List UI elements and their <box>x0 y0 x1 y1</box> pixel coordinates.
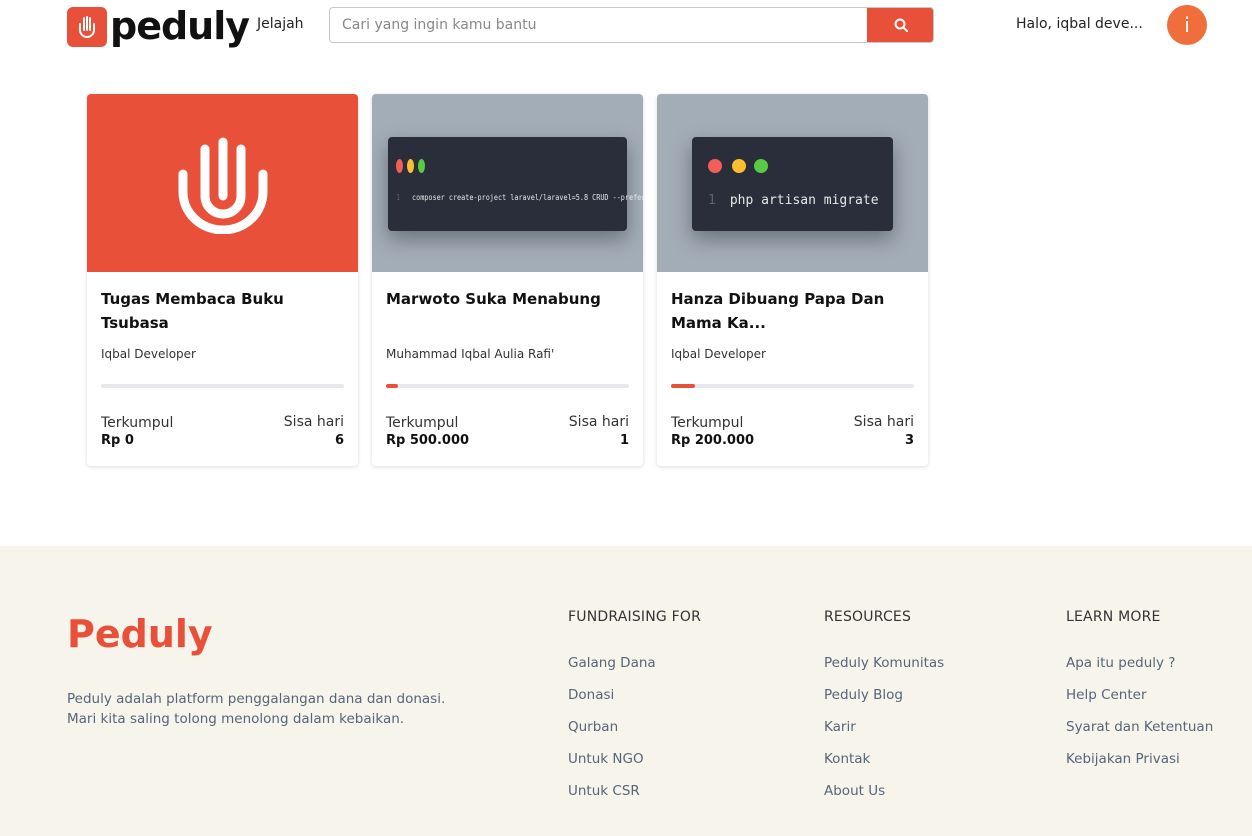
code-text: php artisan migrate <box>729 193 879 208</box>
window-close-dot <box>708 159 722 173</box>
window-minimize-dot <box>407 159 414 173</box>
footer-link[interactable]: Karir <box>824 711 944 743</box>
hand-logo-icon <box>79 16 95 38</box>
campaign-organizer: Iqbal Developer <box>101 347 196 361</box>
line-number: 1 <box>708 193 716 208</box>
collected-label: Terkumpul <box>386 415 459 431</box>
code-window: 1 composer create-project laravel/laravel… <box>388 137 643 231</box>
footer-link[interactable]: Peduly Komunitas <box>824 647 944 679</box>
window-maximize-dot <box>418 159 425 173</box>
days-left-value: 1 <box>619 433 629 448</box>
code-line: 1 php artisan migrate <box>708 193 879 208</box>
peduly-logo-icon[interactable] <box>67 7 107 47</box>
footer-link[interactable]: Kontak <box>824 743 944 775</box>
footer-description: Peduly adalah platform penggalangan dana… <box>67 689 507 729</box>
campaign-organizer: Iqbal Developer <box>671 347 766 361</box>
footer-link[interactable]: Peduly Blog <box>824 679 944 711</box>
footer-column-heading: RESOURCES <box>824 609 912 625</box>
footer-column-fundraising: FUNDRAISING FOR Galang Dana Donasi Qurba… <box>568 609 701 807</box>
footer-brand: Peduly <box>67 612 213 656</box>
window-minimize-dot <box>732 159 746 173</box>
campaign-title[interactable]: Hanza Dibuang Papa Dan Mama Ka... <box>671 287 916 335</box>
user-greeting[interactable]: Halo, iqbal deve... <box>1016 16 1143 32</box>
hand-logo-icon <box>178 137 268 234</box>
collected-value: Rp 200.000 <box>671 433 755 448</box>
window-close-dot <box>396 159 403 173</box>
campaign-card[interactable]: 1 php artisan migrate Hanza Dibuang Papa … <box>657 94 928 466</box>
campaign-title[interactable]: Marwoto Suka Menabung <box>386 287 631 311</box>
footer-link[interactable]: About Us <box>824 775 944 807</box>
days-left-value: 6 <box>334 433 344 448</box>
collected-label: Terkumpul <box>671 415 744 431</box>
days-left-value: 3 <box>904 433 914 448</box>
code-line: 1 composer create-project laravel/laravel… <box>396 193 643 202</box>
campaign-organizer: Muhammad Iqbal Aulia Rafi' <box>386 347 555 361</box>
progress-fill <box>671 384 696 388</box>
top-navbar: peduly Jelajah Halo, iqbal deve... i <box>0 0 1252 52</box>
line-number: 1 <box>396 193 401 202</box>
code-text: composer create-project laravel/laravel=… <box>412 193 643 202</box>
days-left-label: Sisa hari <box>853 414 914 430</box>
progress-bar <box>101 384 344 388</box>
footer-column-learn-more: LEARN MORE Apa itu peduly ? Help Center … <box>1066 609 1213 775</box>
campaign-title[interactable]: Tugas Membaca Buku Tsubasa <box>101 287 346 335</box>
avatar[interactable]: i <box>1167 5 1207 45</box>
footer-link[interactable]: Syarat dan Ketentuan <box>1066 711 1213 743</box>
search-bar <box>329 7 934 43</box>
code-window: 1 php artisan migrate <box>692 137 893 231</box>
search-icon <box>894 18 908 32</box>
footer-description-line: Mari kita saling tolong menolong dalam k… <box>67 711 405 727</box>
site-footer: Peduly Peduly adalah platform penggalang… <box>0 546 1252 836</box>
collected-value: Rp 0 <box>101 433 134 448</box>
search-input[interactable] <box>330 8 867 42</box>
footer-link[interactable]: Apa itu peduly ? <box>1066 647 1213 679</box>
progress-bar <box>386 384 629 388</box>
logo-wordmark[interactable]: peduly <box>110 2 250 50</box>
campaign-card[interactable]: 1 composer create-project laravel/laravel… <box>372 94 643 466</box>
footer-link[interactable]: Galang Dana <box>568 647 701 679</box>
footer-link[interactable]: Kebijakan Privasi <box>1066 743 1213 775</box>
campaign-image: 1 composer create-project laravel/laravel… <box>372 94 643 272</box>
footer-column-resources: RESOURCES Peduly Komunitas Peduly Blog K… <box>824 609 944 807</box>
footer-link[interactable]: Qurban <box>568 711 701 743</box>
campaign-card[interactable]: Tugas Membaca Buku Tsubasa Iqbal Develop… <box>87 94 358 466</box>
footer-column-heading: LEARN MORE <box>1066 609 1161 625</box>
progress-bar <box>671 384 914 388</box>
footer-link[interactable]: Untuk NGO <box>568 743 701 775</box>
days-left-label: Sisa hari <box>283 414 344 430</box>
campaign-image <box>87 94 358 272</box>
footer-link[interactable]: Help Center <box>1066 679 1213 711</box>
search-button[interactable] <box>867 8 933 42</box>
collected-value: Rp 500.000 <box>386 433 470 448</box>
days-left-label: Sisa hari <box>568 414 629 430</box>
nav-jelajah-link[interactable]: Jelajah <box>257 16 304 32</box>
footer-column-heading: FUNDRAISING FOR <box>568 609 702 625</box>
campaign-image: 1 php artisan migrate <box>657 94 928 272</box>
progress-fill <box>386 384 399 388</box>
footer-link[interactable]: Donasi <box>568 679 701 711</box>
footer-description-line: Peduly adalah platform penggalangan dana… <box>67 691 446 707</box>
window-maximize-dot <box>754 159 768 173</box>
footer-link[interactable]: Untuk CSR <box>568 775 701 807</box>
collected-label: Terkumpul <box>101 415 174 431</box>
